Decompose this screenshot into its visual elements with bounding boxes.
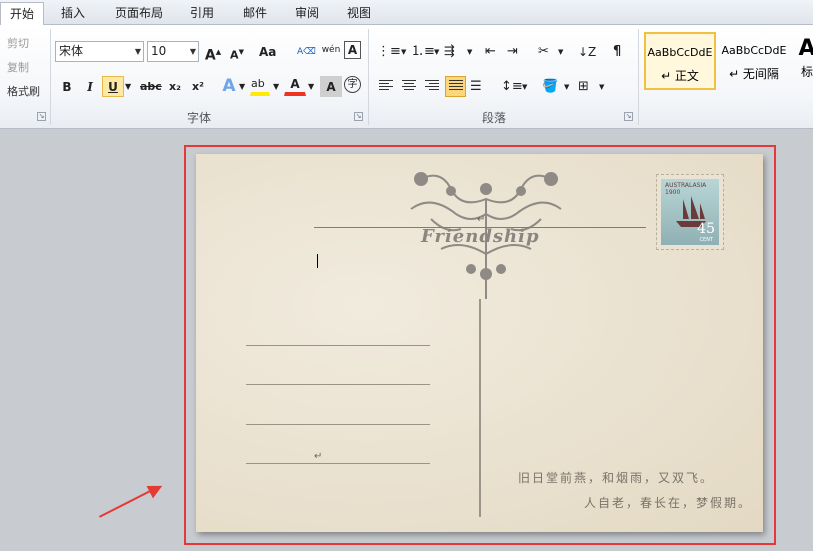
friendship-title: Friendship <box>421 226 540 247</box>
paragraph-group-label: 段落 <box>482 111 507 125</box>
divider-line <box>479 299 481 517</box>
font-name-combo[interactable]: 宋体 ▼ <box>55 41 144 62</box>
shading-icon[interactable]: 🪣 <box>541 76 563 97</box>
font-launcher-icon[interactable]: ↘ <box>354 112 363 121</box>
strikethrough-button[interactable]: abc <box>139 76 162 97</box>
font-color-button[interactable]: A <box>284 76 306 96</box>
tab-references[interactable]: 引用 <box>180 2 224 25</box>
group-separator <box>50 29 51 125</box>
enclose-chars-button[interactable]: 字 <box>344 76 361 93</box>
ribbon: 剪切 复制 格式刷 ↘ 宋体 ▼ 10 ▼ A▲ A▼ Aa A⌫ wén A B … <box>0 25 813 129</box>
multilevel-list-icon[interactable]: ⇶ <box>443 41 467 62</box>
cut-button[interactable]: 剪切 <box>6 33 30 54</box>
address-line[interactable] <box>246 463 430 464</box>
underline-dropdown-icon[interactable]: ▼ <box>124 76 134 97</box>
address-line[interactable] <box>246 345 430 346</box>
chevron-down-icon[interactable]: ▼ <box>272 76 282 97</box>
group-separator <box>638 29 639 125</box>
paragraph-mark: ↵ <box>314 451 323 462</box>
bold-button[interactable]: B <box>56 76 78 97</box>
italic-button[interactable]: I <box>79 76 101 97</box>
distributed-icon[interactable]: ☰ <box>469 76 489 97</box>
align-left-icon[interactable] <box>376 76 396 97</box>
ribbon-tab-bar: 开始 插入 页面布局 引用 邮件 审阅 视图 <box>0 0 813 26</box>
bullets-icon[interactable]: ⋮≡ <box>376 41 401 62</box>
borders-icon[interactable]: ⊞ <box>577 76 599 97</box>
char-shading-button[interactable]: A <box>320 76 342 97</box>
clipboard-launcher-icon[interactable]: ↘ <box>37 112 46 121</box>
tab-review[interactable]: 审阅 <box>284 2 330 25</box>
grow-font-button[interactable]: A▲ <box>202 41 224 64</box>
align-right-icon[interactable] <box>422 76 442 97</box>
tab-home[interactable]: 开始 <box>0 2 44 26</box>
poem-line-1: 旧日堂前燕，和烟雨，又双飞。 <box>518 471 715 485</box>
superscript-button[interactable]: x² <box>187 76 209 97</box>
chevron-down-icon[interactable]: ▼ <box>557 41 565 62</box>
font-group-label: 字体 <box>187 111 212 125</box>
style-no-spacing[interactable]: AaBbCcDdE ↵ 无间隔 <box>718 32 790 90</box>
chevron-down-icon[interactable]: ▼ <box>563 76 571 97</box>
decrease-indent-icon[interactable]: ⇤ <box>484 41 506 62</box>
tab-mailings[interactable]: 邮件 <box>232 2 278 25</box>
style-normal[interactable]: AaBbCcDdE ↵ 正文 <box>644 32 716 90</box>
stamp-image: AUSTRALASIA 1900 45 CENT <box>656 174 724 250</box>
chinese-layout-icon[interactable]: ✂ <box>537 41 559 62</box>
font-size-combo[interactable]: 10 ▼ <box>147 41 199 62</box>
align-center-icon[interactable] <box>399 76 419 97</box>
change-case-button[interactable]: Aa <box>258 41 284 62</box>
pinyin-guide-button[interactable]: wén <box>320 39 342 60</box>
style-heading[interactable]: A 标 <box>792 32 813 90</box>
postcard-page[interactable]: Friendship ↵ AUSTRALASIA 1900 45 CENT ↵ … <box>196 154 763 532</box>
chevron-down-icon: ▼ <box>134 47 141 56</box>
shrink-font-button[interactable]: A▼ <box>226 41 248 62</box>
chevron-down-icon[interactable]: ▼ <box>433 41 441 62</box>
paragraph-mark: ↵ <box>477 214 486 225</box>
numbering-icon[interactable]: ⒈≡ <box>410 41 435 62</box>
poem-line-2: 人自老，春长在，梦假期。 <box>584 496 753 510</box>
copy-button[interactable]: 复制 <box>6 57 30 78</box>
address-line[interactable] <box>246 384 430 385</box>
group-separator <box>368 29 369 125</box>
char-border-button[interactable]: A <box>344 41 361 59</box>
address-line[interactable] <box>246 424 430 425</box>
tab-view[interactable]: 视图 <box>336 2 382 25</box>
underline-button[interactable]: U <box>102 76 124 97</box>
subscript-button[interactable]: x₂ <box>164 76 186 97</box>
chevron-down-icon[interactable]: ▼ <box>238 76 248 97</box>
paragraph-launcher-icon[interactable]: ↘ <box>624 112 633 121</box>
styles-gallery: AaBbCcDdE ↵ 正文 AaBbCcDdE ↵ 无间隔 A 标 <box>642 32 813 92</box>
line-spacing-icon[interactable]: ↕≡ <box>500 76 523 97</box>
tab-insert[interactable]: 插入 <box>50 2 96 25</box>
chevron-down-icon: ▼ <box>189 47 196 56</box>
show-marks-icon[interactable]: ¶ <box>612 41 630 62</box>
format-painter-button[interactable]: 格式刷 <box>6 81 41 102</box>
justify-icon[interactable] <box>445 76 466 97</box>
chevron-down-icon[interactable]: ▼ <box>521 76 529 97</box>
clear-format-icon[interactable]: A⌫ <box>296 41 318 62</box>
text-effect-button[interactable]: A <box>218 75 240 96</box>
text-cursor <box>317 254 318 268</box>
chevron-down-icon[interactable]: ▼ <box>598 76 606 97</box>
tab-page-layout[interactable]: 页面布局 <box>104 2 174 25</box>
chevron-down-icon[interactable]: ▼ <box>466 41 474 62</box>
sort-icon[interactable]: ↓Z <box>577 41 599 62</box>
increase-indent-icon[interactable]: ⇥ <box>506 41 528 62</box>
chevron-down-icon[interactable]: ▼ <box>400 41 408 62</box>
chevron-down-icon[interactable]: ▼ <box>307 76 317 97</box>
highlight-color-button[interactable]: ab <box>250 76 270 96</box>
